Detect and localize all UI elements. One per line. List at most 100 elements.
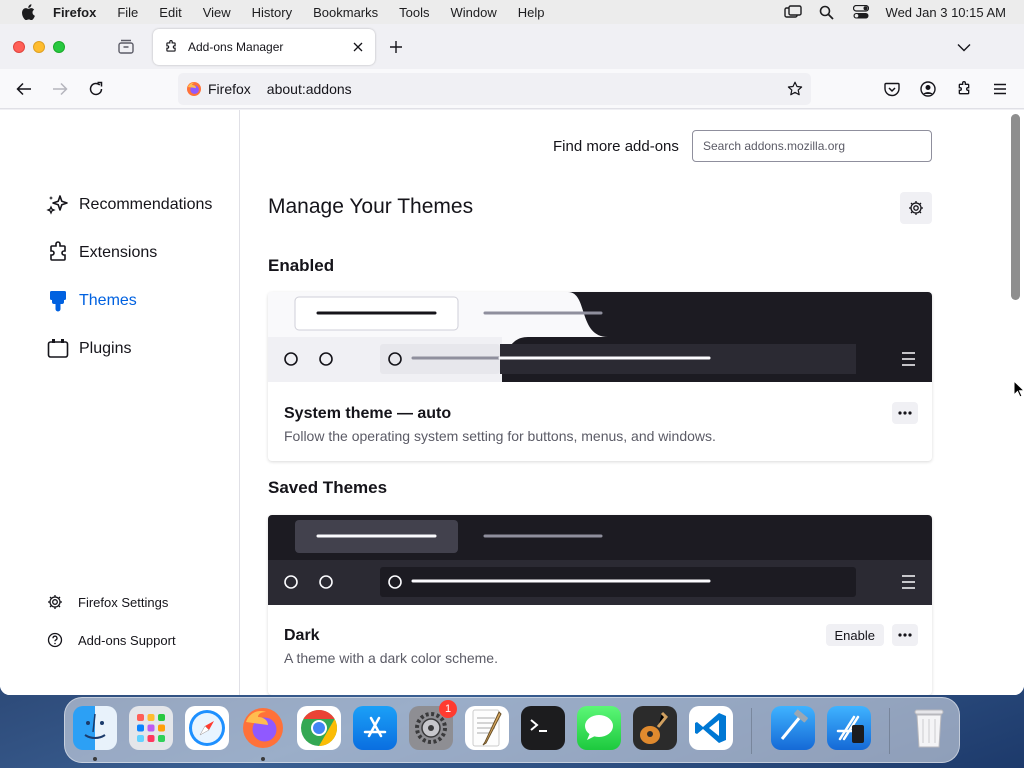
- forward-arrow-icon[interactable]: [50, 79, 70, 99]
- firefox-logo-icon: [187, 82, 201, 96]
- firefox-settings-link[interactable]: Firefox Settings: [46, 592, 168, 612]
- enabled-heading: Enabled: [268, 256, 335, 275]
- theme-card-system[interactable]: System theme — auto Follow the operating…: [268, 292, 932, 461]
- account-icon[interactable]: [918, 79, 938, 99]
- vscode-icon[interactable]: [689, 706, 733, 750]
- messages-icon[interactable]: [577, 706, 621, 750]
- reload-icon[interactable]: [86, 79, 106, 99]
- menu-bar: Firefox File Edit View History Bookmarks…: [0, 0, 1024, 24]
- dock: 1: [64, 697, 960, 763]
- browser-window: Add-ons Manager Firefox about:addons Rec…: [0, 24, 1024, 695]
- menu-bookmarks[interactable]: Bookmarks: [313, 5, 378, 20]
- url-text[interactable]: about:addons: [267, 81, 352, 97]
- scrollbar-thumb[interactable]: [1011, 114, 1020, 300]
- firefox-view-icon[interactable]: [116, 37, 136, 57]
- saved-themes-heading: Saved Themes: [268, 478, 388, 497]
- category-extensions[interactable]: Extensions: [46, 239, 157, 267]
- mouse-cursor-icon: [1013, 380, 1024, 398]
- sparkle-icon: [46, 193, 70, 217]
- menu-help[interactable]: Help: [518, 5, 545, 20]
- extensions-icon[interactable]: [954, 79, 974, 99]
- terminal-icon[interactable]: [521, 706, 565, 750]
- new-tab-icon[interactable]: [386, 37, 406, 57]
- category-label: Themes: [79, 292, 137, 309]
- url-bar[interactable]: Firefox about:addons: [178, 73, 811, 105]
- themes-main-pane: Find more add-ons Search addons.mozilla.…: [240, 110, 1006, 695]
- trash-icon[interactable]: [907, 706, 951, 750]
- menu-window[interactable]: Window: [451, 5, 497, 20]
- close-window-button[interactable]: [13, 41, 25, 53]
- menu-app-name[interactable]: Firefox: [53, 5, 96, 20]
- zoom-window-button[interactable]: [53, 41, 65, 53]
- theme-name: Dark: [284, 627, 320, 644]
- screen-mirroring-icon[interactable]: [783, 4, 802, 20]
- ellipsis-icon: [898, 633, 912, 637]
- category-label: Recommendations: [79, 196, 213, 213]
- safari-icon[interactable]: [185, 706, 229, 750]
- menu-view[interactable]: View: [203, 5, 231, 20]
- plugin-icon: [46, 337, 70, 361]
- menu-file[interactable]: File: [117, 5, 138, 20]
- category-label: Extensions: [79, 244, 158, 261]
- apple-icon[interactable]: [19, 3, 37, 21]
- system-theme-preview: [268, 292, 932, 382]
- menu-tools[interactable]: Tools: [399, 5, 429, 20]
- theme-name: System theme — auto: [284, 405, 452, 422]
- finder-icon[interactable]: [73, 706, 117, 750]
- vertical-scrollbar[interactable]: [1006, 110, 1024, 695]
- identity-label: Firefox: [208, 81, 251, 97]
- ellipsis-icon: [898, 411, 912, 415]
- firefox-icon[interactable]: [241, 706, 285, 750]
- more-options-button[interactable]: [892, 402, 918, 424]
- more-options-button[interactable]: [892, 624, 918, 646]
- tab-addons-manager[interactable]: Add-ons Manager: [153, 29, 375, 65]
- tools-gear-button[interactable]: [900, 192, 932, 224]
- list-all-tabs-icon[interactable]: [954, 37, 974, 57]
- menubar-clock[interactable]: Wed Jan 3 10:15 AM: [886, 5, 1006, 20]
- category-plugins[interactable]: Plugins: [46, 335, 131, 363]
- firefox-settings-label: Firefox Settings: [78, 594, 169, 610]
- chrome-icon[interactable]: [297, 706, 341, 750]
- puzzle-icon: [46, 241, 70, 265]
- menu-edit[interactable]: Edit: [159, 5, 181, 20]
- app-store-icon[interactable]: [353, 706, 397, 750]
- search-placeholder: Search addons.mozilla.org: [703, 139, 846, 153]
- dark-theme-preview: [268, 515, 932, 605]
- categories-sidebar: Recommendations Extensions Themes Plugin…: [0, 110, 240, 695]
- system-settings-icon[interactable]: 1: [409, 700, 457, 750]
- xcode-icon[interactable]: [771, 706, 815, 750]
- brush-icon: [46, 289, 70, 313]
- addons-support-link[interactable]: Add-ons Support: [46, 630, 176, 650]
- addons-support-label: Add-ons Support: [78, 632, 176, 648]
- minimize-window-button[interactable]: [33, 41, 45, 53]
- back-arrow-icon[interactable]: [14, 79, 34, 99]
- hamburger-menu-icon[interactable]: [990, 79, 1010, 99]
- navigation-toolbar: Firefox about:addons: [0, 69, 1024, 109]
- running-indicator: [261, 757, 265, 761]
- dock-separator: [889, 708, 890, 754]
- simulator-icon[interactable]: [827, 706, 871, 750]
- textedit-icon[interactable]: [465, 706, 509, 750]
- launchpad-icon[interactable]: [129, 706, 173, 750]
- menu-history[interactable]: History: [252, 5, 292, 20]
- category-label: Plugins: [79, 340, 132, 357]
- close-tab-icon[interactable]: [350, 39, 366, 55]
- theme-card-dark[interactable]: Dark A theme with a dark color scheme. E…: [268, 515, 932, 695]
- category-recommendations[interactable]: Recommendations: [46, 191, 212, 219]
- help-icon: [46, 631, 64, 649]
- enable-theme-button[interactable]: Enable: [825, 624, 884, 646]
- identity-box[interactable]: Firefox: [186, 81, 251, 97]
- addons-search-input[interactable]: Search addons.mozilla.org: [692, 130, 932, 162]
- puzzle-icon: [163, 39, 179, 55]
- running-indicator: [93, 757, 97, 761]
- page-title: Manage Your Themes: [268, 195, 474, 218]
- control-center-icon[interactable]: [852, 4, 870, 20]
- pocket-icon[interactable]: [882, 79, 902, 99]
- category-themes[interactable]: Themes: [46, 287, 137, 315]
- spotlight-search-icon[interactable]: [818, 4, 836, 20]
- find-more-label: Find more add-ons: [553, 138, 679, 155]
- garageband-icon[interactable]: [633, 706, 677, 750]
- bookmark-star-icon[interactable]: [785, 79, 805, 99]
- page-content: Recommendations Extensions Themes Plugin…: [0, 110, 1024, 695]
- theme-description: A theme with a dark color scheme.: [284, 650, 498, 666]
